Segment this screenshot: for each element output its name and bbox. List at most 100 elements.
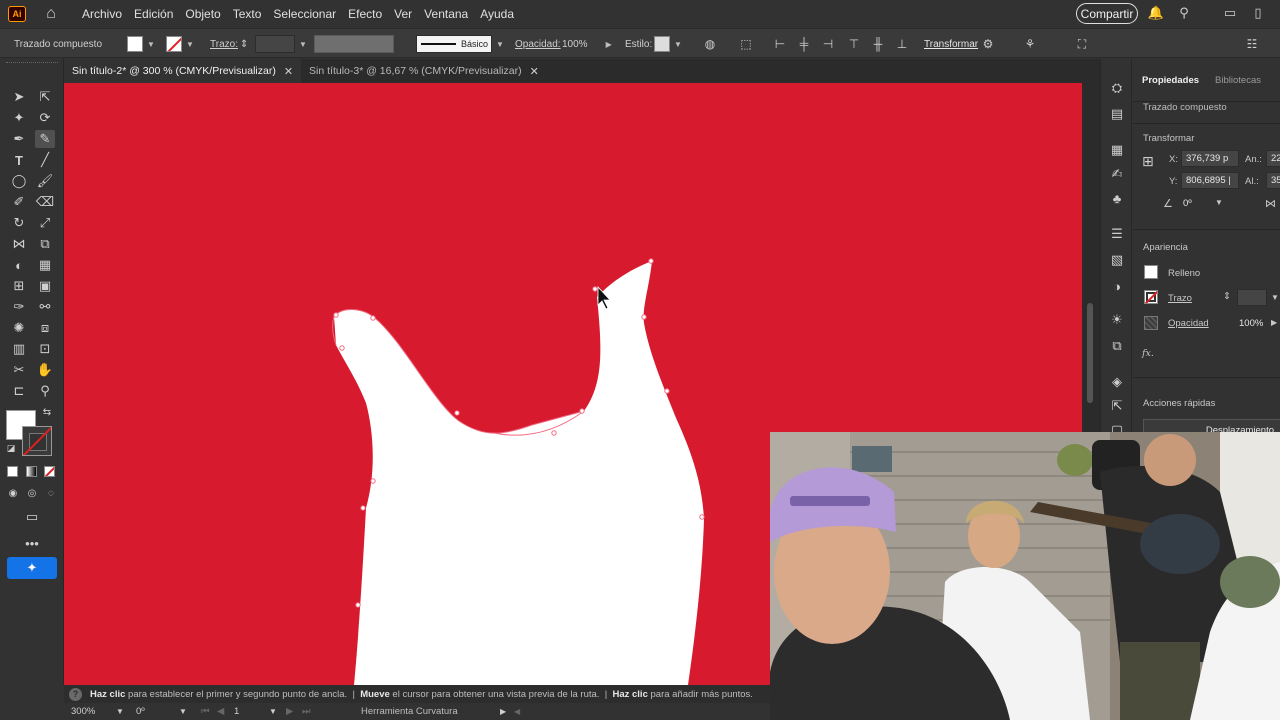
chevron-down-icon[interactable]: ▼: [496, 40, 504, 49]
symbols-panel-icon[interactable]: ♣: [1108, 189, 1126, 207]
anchor-point[interactable]: [664, 388, 670, 394]
align-bottom-icon[interactable]: ⊥: [894, 36, 910, 52]
eraser-tool-icon[interactable]: ⌫: [35, 193, 55, 211]
opacity-label[interactable]: Opacidad: [1168, 318, 1209, 329]
blend-tool-icon[interactable]: ⚯: [35, 298, 55, 316]
anchor-point[interactable]: [370, 315, 376, 321]
workspace-icon[interactable]: ▭: [1222, 5, 1238, 21]
swap-colors-icon[interactable]: ⇆: [40, 405, 54, 419]
fill-swatch-control[interactable]: ▼: [127, 29, 155, 59]
width-tool-icon[interactable]: ⋈: [9, 235, 29, 253]
brush-definition-field[interactable]: Básico: [416, 35, 492, 53]
zoom-tool-icon[interactable]: ⚲: [35, 382, 55, 400]
rotation-value[interactable]: 0º: [136, 706, 145, 717]
gradient-panel-icon[interactable]: ▧: [1108, 251, 1126, 269]
tab-document-2[interactable]: Sin título-2* @ 300 % (CMYK/Previsualiza…: [64, 59, 302, 83]
previous-artboard-icon[interactable]: ◀: [217, 703, 224, 720]
print-tiling-tool-icon[interactable]: ⊏: [9, 382, 29, 400]
artboard-number[interactable]: 1: [234, 706, 239, 717]
menu-edicion[interactable]: Edición: [134, 7, 173, 21]
chevron-right-icon[interactable]: ▶: [500, 703, 506, 720]
anchor-point[interactable]: [579, 408, 585, 414]
chevron-left-icon[interactable]: ◀: [514, 703, 520, 720]
arrange-icon[interactable]: ⛶: [1074, 36, 1090, 52]
recolor-icon[interactable]: ◍: [702, 36, 718, 52]
chevron-down-icon[interactable]: ▼: [116, 703, 124, 720]
anchor-point[interactable]: [339, 345, 345, 351]
stepper-icon[interactable]: ⇕: [240, 39, 248, 50]
direct-selection-tool-icon[interactable]: ⇱: [35, 88, 55, 106]
pen-tool-icon[interactable]: ✒: [9, 130, 29, 148]
close-icon[interactable]: ✕: [530, 65, 539, 78]
anchor-point[interactable]: [648, 258, 654, 264]
window-layout-icon[interactable]: ▯: [1250, 5, 1266, 21]
appearance-panel-icon[interactable]: ☀: [1108, 311, 1126, 329]
panel-grip[interactable]: [6, 62, 58, 66]
variable-width-field[interactable]: [314, 35, 394, 53]
home-icon[interactable]: ⌂: [42, 5, 60, 23]
gradient-tool-icon[interactable]: ▣: [35, 277, 55, 295]
width-field[interactable]: 22: [1266, 150, 1280, 167]
align-left-icon[interactable]: ⊢: [772, 36, 788, 52]
menu-ventana[interactable]: Ventana: [424, 7, 468, 21]
first-artboard-icon[interactable]: ⏮: [201, 703, 210, 720]
height-field[interactable]: 35: [1266, 172, 1280, 189]
lasso-tool-icon[interactable]: ⟳: [35, 109, 55, 127]
chevron-right-icon[interactable]: ▶: [1271, 318, 1277, 327]
graphic-styles-icon[interactable]: ⧉: [1108, 337, 1126, 355]
white-compound-path[interactable]: [334, 261, 704, 685]
anchor-point[interactable]: [641, 314, 647, 320]
fill-swatch[interactable]: [127, 36, 143, 52]
chevron-down-icon[interactable]: ▼: [269, 703, 277, 720]
type-tool-icon[interactable]: T: [9, 151, 29, 169]
layers-panel-icon[interactable]: ◈: [1108, 373, 1126, 391]
x-field[interactable]: 376,739 p: [1181, 150, 1239, 167]
draw-normal-icon[interactable]: ◉: [5, 486, 21, 500]
document-panel-icon[interactable]: ▤: [1108, 105, 1126, 123]
artboard-tool-icon[interactable]: ⊡: [35, 340, 55, 358]
stroke-swatch-control[interactable]: ▼: [166, 29, 194, 59]
fx-icon[interactable]: fx.: [1142, 348, 1154, 359]
none-mode-icon[interactable]: [44, 466, 55, 477]
menu-ver[interactable]: Ver: [394, 7, 412, 21]
scale-tool-icon[interactable]: ⤢: [35, 214, 55, 232]
symbol-sprayer-tool-icon[interactable]: ✺: [9, 319, 29, 337]
curvature-tool-icon[interactable]: ✎: [35, 130, 55, 148]
scrollbar-thumb[interactable]: [1087, 303, 1093, 403]
chevron-right-icon[interactable]: ▶: [606, 40, 612, 49]
chevron-down-icon[interactable]: ▼: [186, 40, 194, 49]
opacity-value[interactable]: 100%: [562, 39, 588, 50]
export-panel-icon[interactable]: ⇱: [1108, 397, 1126, 415]
more-tools-icon[interactable]: •••: [21, 534, 43, 552]
rotate-tool-icon[interactable]: ↻: [9, 214, 29, 232]
anchor-point[interactable]: [699, 514, 705, 520]
scissors-tool-icon[interactable]: ✂: [9, 361, 29, 379]
transform-link[interactable]: Transformar: [924, 39, 978, 50]
align-to-icon[interactable]: ⬚: [738, 36, 754, 52]
bell-icon[interactable]: 🔔: [1148, 5, 1164, 21]
brushes-panel-icon[interactable]: ✍: [1108, 165, 1126, 183]
close-icon[interactable]: ✕: [284, 65, 293, 78]
line-tool-icon[interactable]: ╱: [35, 151, 55, 169]
align-hcenter-icon[interactable]: ╪: [796, 36, 812, 52]
ellipse-tool-icon[interactable]: ◯: [9, 172, 29, 190]
chevron-down-icon[interactable]: ▼: [1271, 293, 1279, 302]
shaper-tool-icon[interactable]: ✐: [9, 193, 29, 211]
style-swatch[interactable]: [654, 36, 670, 52]
share-button[interactable]: Compartir: [1076, 3, 1138, 24]
menu-seleccionar[interactable]: Seleccionar: [273, 7, 336, 21]
isolate-icon[interactable]: ⚙: [980, 36, 996, 52]
transparency-panel-icon[interactable]: ◑: [1108, 277, 1126, 295]
magic-wand-tool-icon[interactable]: ✦: [9, 109, 29, 127]
chevron-down-icon[interactable]: ▼: [299, 40, 307, 49]
anchor-point[interactable]: [355, 602, 361, 608]
menu-archivo[interactable]: Archivo: [82, 7, 122, 21]
default-colors-icon[interactable]: ◪: [4, 441, 18, 455]
y-field[interactable]: 806,6895 |: [1181, 172, 1239, 189]
align-vcenter-icon[interactable]: ╫: [870, 36, 886, 52]
anchor-point[interactable]: [360, 505, 366, 511]
slice-tool-icon[interactable]: ⧈: [35, 319, 55, 337]
search-icon[interactable]: ⚲: [1176, 5, 1192, 21]
anchor-point[interactable]: [333, 312, 339, 318]
generative-ai-button[interactable]: ✦: [7, 557, 57, 579]
